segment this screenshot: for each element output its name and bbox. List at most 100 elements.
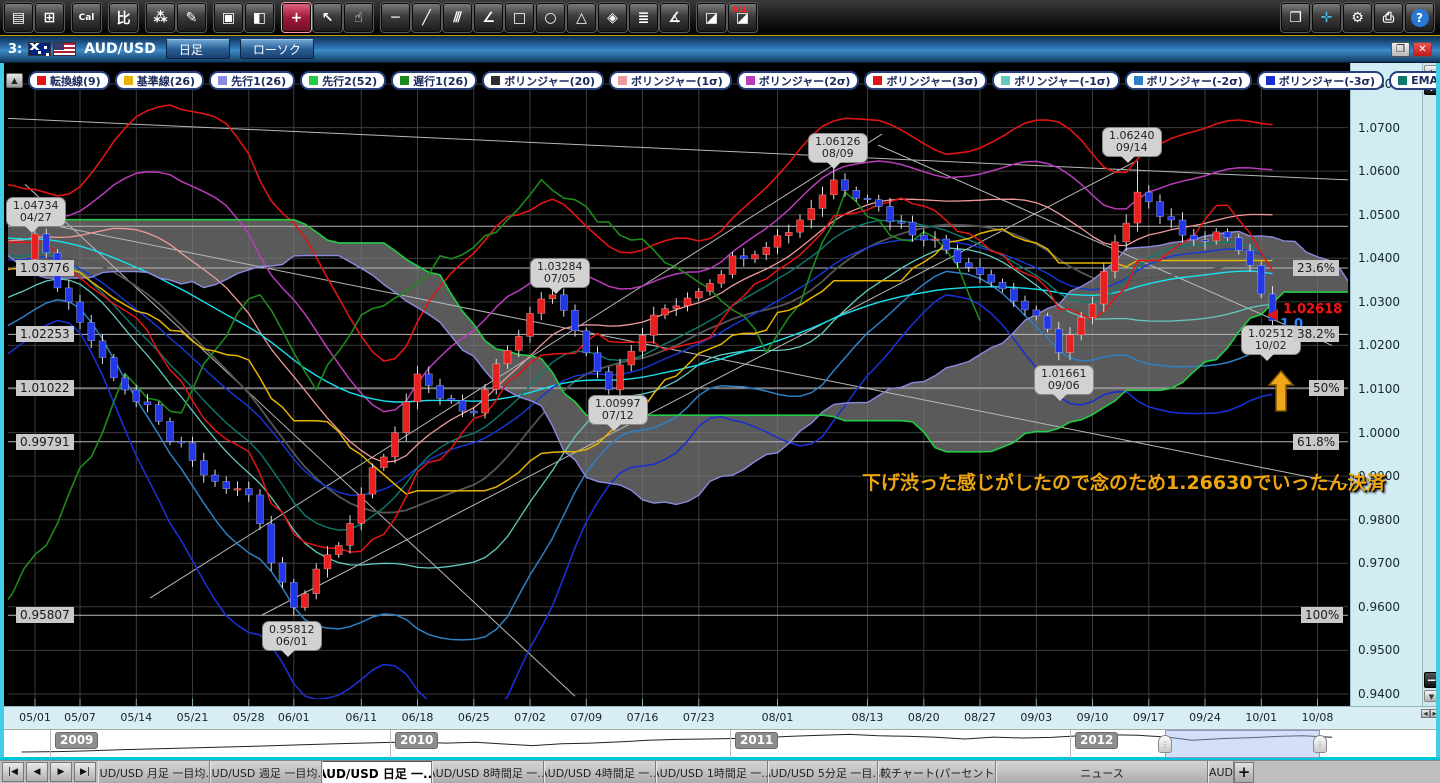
rectangle-tool-icon[interactable]: □ (505, 3, 534, 32)
current-price-label: 1.02618 (1283, 302, 1342, 317)
ellipse-tool-icon[interactable]: ○ (536, 3, 565, 32)
date-axis-label: 07/23 (677, 711, 721, 724)
legend-item-bb3p[interactable]: ボリンジャー(3σ) (864, 71, 987, 90)
triangle-tool-icon[interactable]: △ (567, 3, 596, 32)
user-text-annotation: 下げ渋った感じがしたので念のため1.26630でいったん決済 (862, 468, 1386, 495)
legend-item-label: ボリンジャー(1σ) (631, 73, 723, 89)
navigator-handle-right[interactable]: ⋮ (1313, 735, 1327, 753)
hline-tool-icon[interactable]: ─ (381, 3, 410, 32)
legend-item-bb0[interactable]: ボリンジャー(20) (482, 71, 604, 90)
chart-titlebar[interactable]: 3: AUD/USD 日足 ローソク ❐ ✕ (0, 36, 1440, 63)
legend-swatch-icon (309, 76, 318, 85)
chart-tab-5[interactable]: AUD/USD 1時間足 一... (656, 761, 768, 783)
trendline-tool-icon[interactable]: ╱ (412, 3, 441, 32)
windows-layout-icon[interactable]: ❐ (1281, 3, 1310, 32)
indicator-settings-icon[interactable]: ⁂ (146, 3, 175, 32)
date-axis[interactable]: ◀ ▶ 05/0105/0705/1405/2105/2806/0106/110… (0, 706, 1440, 729)
usd-flag-icon (53, 42, 76, 56)
year-separator (390, 730, 391, 758)
new-report-icon[interactable]: ⊞ (35, 3, 64, 32)
legend-item-tenkan[interactable]: 転換線(9) (28, 71, 110, 90)
chart-tab-7[interactable]: 比較チャート(パーセント... (878, 761, 996, 783)
legend-item-label: 遅行1(26) (413, 73, 468, 89)
legend-item-label: 先行2(52) (322, 73, 377, 89)
fibonacci-tool-icon[interactable]: ≣ (629, 3, 658, 32)
pentagon-tool-icon[interactable]: ◈ (598, 3, 627, 32)
legend-collapse-button[interactable]: ▲ (6, 73, 23, 88)
tab-scroll-button-0[interactable]: |◀ (2, 762, 24, 782)
price-axis-label: 0.9400 (1358, 687, 1400, 701)
legend-swatch-icon (124, 76, 133, 85)
cursor-tool-icon[interactable]: ↖ (313, 3, 342, 32)
date-axis-label: 07/02 (508, 711, 552, 724)
chart-tab-0[interactable]: AUD/USD 月足 一目均... (98, 761, 210, 783)
angle-tool-icon[interactable]: ∠ (474, 3, 503, 32)
callout-date: 10/02 (1255, 339, 1287, 352)
chart-tab-4[interactable]: AUD/USD 4時間足 一... (544, 761, 656, 783)
tab-scroll-button-3[interactable]: ▶| (74, 762, 96, 782)
calendar-icon[interactable]: Cal (72, 3, 101, 32)
chart-canvas[interactable]: ▲ 転換線(9) 基準線(26) 先行1(26) 先行2(52) 遅行1(26) ボリンジ… (0, 63, 1350, 706)
restore-window-button[interactable]: ❐ (1391, 42, 1410, 57)
add-tab-button[interactable]: + (1234, 762, 1254, 783)
legend-item-senkou2[interactable]: 先行2(52) (300, 71, 386, 90)
chart-tab-1[interactable]: AUD/USD 週足 一目均... (210, 761, 322, 783)
legend-item-kijun[interactable]: 基準線(26) (115, 71, 204, 90)
save-icon[interactable]: ◧ (245, 3, 274, 32)
tab-scroll-button-2[interactable]: ▶ (50, 762, 72, 782)
swing-point-callout: 1.0473404/27 (6, 197, 66, 227)
chart-tab-8[interactable]: ニュース (996, 761, 1208, 783)
chart-tab-partial[interactable]: AUD (1208, 761, 1234, 783)
crosshair-tool-icon[interactable]: + (282, 3, 311, 32)
hand-tool-icon[interactable]: ☝ (344, 3, 373, 32)
date-axis-label: 06/11 (339, 711, 383, 724)
print-icon[interactable]: ⎙ (1374, 3, 1403, 32)
legend-item-bb2m[interactable]: ボリンジャー(-2σ) (1125, 71, 1252, 90)
legend-item-label: 先行1(26) (231, 73, 286, 89)
chart-tab-3[interactable]: AUD/USD 8時間足 一... (432, 761, 544, 783)
all-badge: ALL (732, 5, 748, 14)
navigator-handle-left[interactable]: ⋮ (1158, 735, 1172, 753)
legend-item-ema13[interactable]: EMA(13) (1389, 71, 1440, 90)
legend-item-label: 転換線(9) (50, 73, 101, 89)
settings-gear-icon[interactable]: ⚙ (1343, 3, 1372, 32)
tab-scroll-button-1[interactable]: ◀ (26, 762, 48, 782)
legend-item-label: ボリンジャー(20) (504, 73, 595, 89)
fan-lines-tool-icon[interactable]: ∡ (660, 3, 689, 32)
pan-left-button[interactable]: ◀ (1421, 709, 1430, 718)
fullscreen-icon[interactable]: ✛ (1312, 3, 1341, 32)
eraser-tool-icon[interactable]: ◪ (697, 3, 726, 32)
legend-item-label: ボリンジャー(-2σ) (1147, 73, 1243, 89)
history-navigator[interactable]: 2009201020112012⋮⋮ (0, 729, 1440, 757)
price-axis-label: 1.0600 (1358, 164, 1400, 178)
legend-item-senkou1[interactable]: 先行1(26) (209, 71, 295, 90)
chart-tab-2[interactable]: AUD/USD 日足 一... (322, 761, 432, 783)
callout-date: 07/05 (544, 272, 576, 285)
legend-item-bb1p[interactable]: ボリンジャー(1σ) (609, 71, 732, 90)
price-chart[interactable] (0, 63, 1350, 706)
chart-type-dropdown[interactable]: ローソク (240, 39, 314, 59)
legend-item-bb3m[interactable]: ボリンジャー(-3σ) (1257, 71, 1384, 90)
legend-item-bb2p[interactable]: ボリンジャー(2σ) (737, 71, 860, 90)
price-line-label: 1.02253 (16, 326, 74, 342)
chart-settings-icon[interactable]: ▣ (214, 3, 243, 32)
swing-point-callout: 1.0251210/02 (1241, 325, 1301, 355)
indicator-legend: ▲ 転換線(9) 基準線(26) 先行1(26) 先行2(52) 遅行1(26) ボリンジ… (6, 71, 1440, 90)
help-icon[interactable]: ? (1405, 3, 1434, 32)
navigator-selection[interactable] (1165, 730, 1320, 758)
fib-level-label: 38.2% (1293, 326, 1339, 342)
price-axis[interactable]: 1.08001.07001.06001.05001.04001.03001.02… (1350, 63, 1422, 706)
legend-item-chikou[interactable]: 遅行1(26) (391, 71, 477, 90)
legend-item-bb1m[interactable]: ボリンジャー(-1σ) (992, 71, 1119, 90)
legend-item-label: ボリンジャー(3σ) (886, 73, 978, 89)
compare-icon[interactable]: 比 (109, 3, 138, 32)
callout-date: 06/01 (276, 635, 308, 648)
close-window-button[interactable]: ✕ (1413, 42, 1432, 57)
order-list-icon[interactable]: ▤ (4, 3, 33, 32)
draw-edit-icon[interactable]: ✎ (177, 3, 206, 32)
parallel-lines-tool-icon[interactable]: ⫻ (443, 3, 472, 32)
chart-tab-6[interactable]: AUD/USD 5分足 一目... (768, 761, 878, 783)
eraser-all-tool-icon[interactable]: ◪ALL (728, 3, 757, 32)
fib-level-label: 50% (1309, 380, 1344, 396)
timeframe-dropdown[interactable]: 日足 (166, 39, 230, 59)
